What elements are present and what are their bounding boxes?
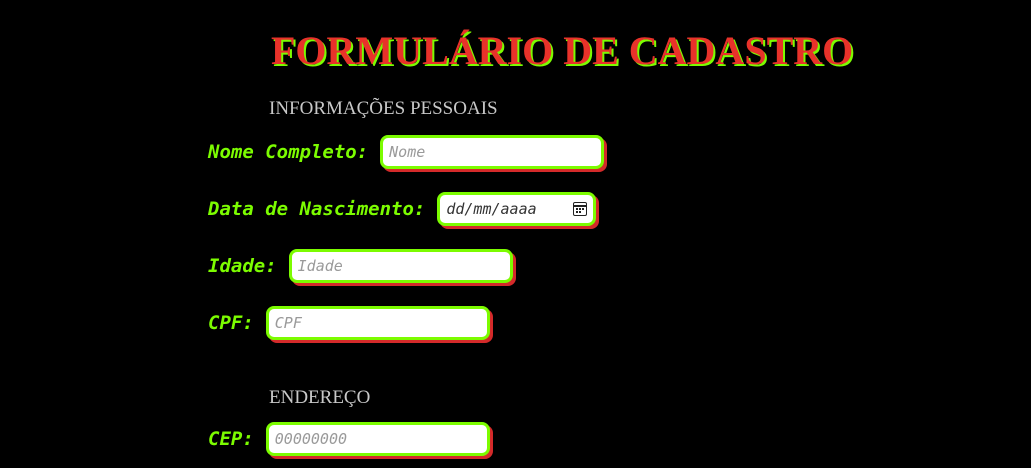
section-title-address: ENDEREÇO: [269, 387, 371, 408]
birth-date-input[interactable]: dd/mm/aaaa: [446, 200, 565, 218]
full-name-field[interactable]: [380, 135, 605, 169]
full-name-row: Nome Completo:: [208, 135, 605, 169]
cpf-input[interactable]: [274, 314, 481, 332]
cep-row: CEP:: [208, 422, 490, 456]
cep-field[interactable]: [265, 422, 490, 456]
form-title: FORMULÁRIO DE CADASTRO: [271, 28, 854, 73]
full-name-label: Nome Completo:: [208, 141, 369, 163]
cep-label: CEP:: [208, 428, 254, 450]
birth-date-label: Data de Nascimento:: [208, 198, 426, 220]
birth-date-row: Data de Nascimento: dd/mm/aaaa: [208, 192, 597, 226]
full-name-input[interactable]: [389, 143, 596, 161]
cep-input[interactable]: [274, 430, 481, 448]
age-label: Idade:: [208, 255, 277, 277]
cpf-label: CPF:: [208, 312, 254, 334]
cpf-row: CPF:: [208, 306, 490, 340]
age-row: Idade:: [208, 249, 513, 283]
calendar-icon[interactable]: [573, 202, 588, 216]
cpf-field[interactable]: [265, 306, 490, 340]
age-input[interactable]: [297, 257, 504, 275]
birth-date-field[interactable]: dd/mm/aaaa: [437, 192, 597, 226]
age-field[interactable]: [288, 249, 513, 283]
section-title-personal: INFORMAÇÕES PESSOAIS: [269, 98, 498, 119]
